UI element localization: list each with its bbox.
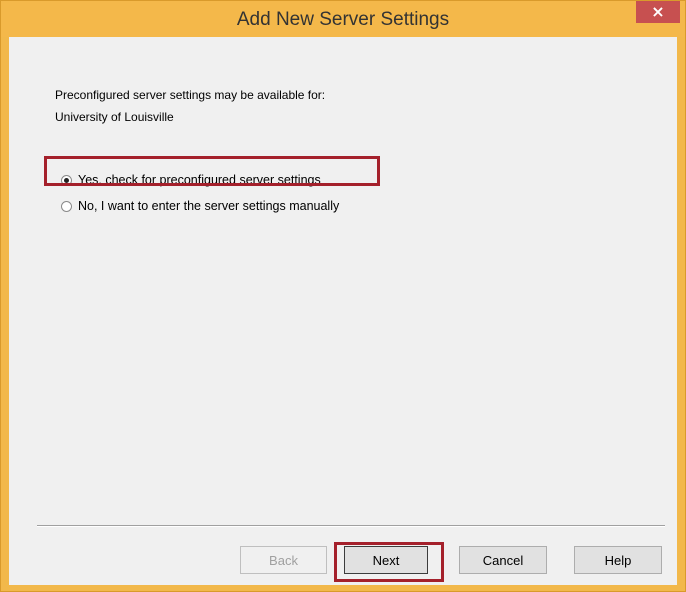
window-title: Add New Server Settings (236, 9, 450, 30)
radio-unchecked-icon[interactable] (61, 200, 72, 212)
intro-text: Preconfigured server settings may be ava… (55, 88, 326, 102)
highlight-box-yes-option (44, 156, 380, 186)
dialog-body: Preconfigured server settings may be ava… (9, 37, 677, 585)
highlight-box-next-button (334, 542, 444, 582)
organization-name: University of Louisville (55, 110, 174, 124)
footer-divider (37, 525, 665, 527)
dialog-window: Add New Server Settings × Preconfigured … (0, 0, 686, 592)
close-icon: × (651, 2, 665, 21)
cancel-button[interactable]: Cancel (459, 546, 547, 574)
help-button[interactable]: Help (574, 546, 662, 574)
close-button[interactable]: × (636, 1, 680, 23)
radio-option-no[interactable]: No, I want to enter the server settings … (61, 197, 339, 215)
title-bar[interactable]: Add New Server Settings × (1, 1, 685, 37)
radio-option-label: No, I want to enter the server settings … (78, 199, 340, 213)
back-button[interactable]: Back (240, 546, 327, 574)
